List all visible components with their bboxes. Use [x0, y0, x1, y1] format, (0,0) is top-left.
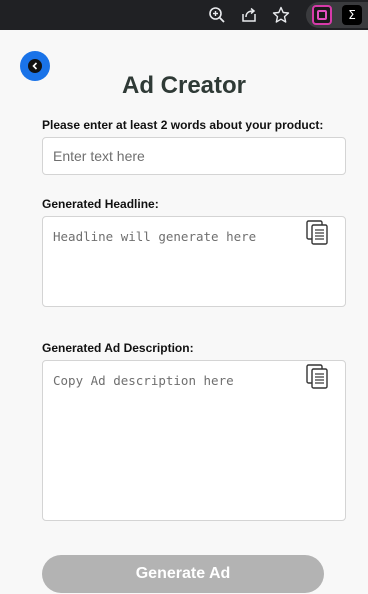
product-input[interactable]: [42, 137, 346, 175]
headline-label: Generated Headline:: [42, 197, 159, 211]
description-output[interactable]: [42, 360, 346, 521]
zoom-icon[interactable]: [206, 4, 228, 26]
ad-creator-popup: Ad Creator Please enter at least 2 words…: [0, 30, 368, 594]
product-label: Please enter at least 2 words about your…: [42, 118, 324, 132]
sigma-extension-icon[interactable]: Σ: [342, 5, 362, 25]
browser-toolbar: Σ: [0, 0, 368, 30]
share-icon[interactable]: [238, 4, 260, 26]
description-label: Generated Ad Description:: [42, 341, 194, 355]
back-arrow-icon: [28, 59, 42, 73]
generate-ad-button[interactable]: Generate Ad: [42, 555, 324, 593]
headline-output[interactable]: [42, 216, 346, 307]
page-title: Ad Creator: [121, 72, 247, 99]
extensions-area: Σ: [306, 2, 368, 28]
extension-icon[interactable]: [312, 5, 332, 25]
bookmark-star-icon[interactable]: [270, 4, 292, 26]
copy-description-icon[interactable]: [306, 364, 330, 390]
copy-headline-icon[interactable]: [306, 220, 330, 246]
